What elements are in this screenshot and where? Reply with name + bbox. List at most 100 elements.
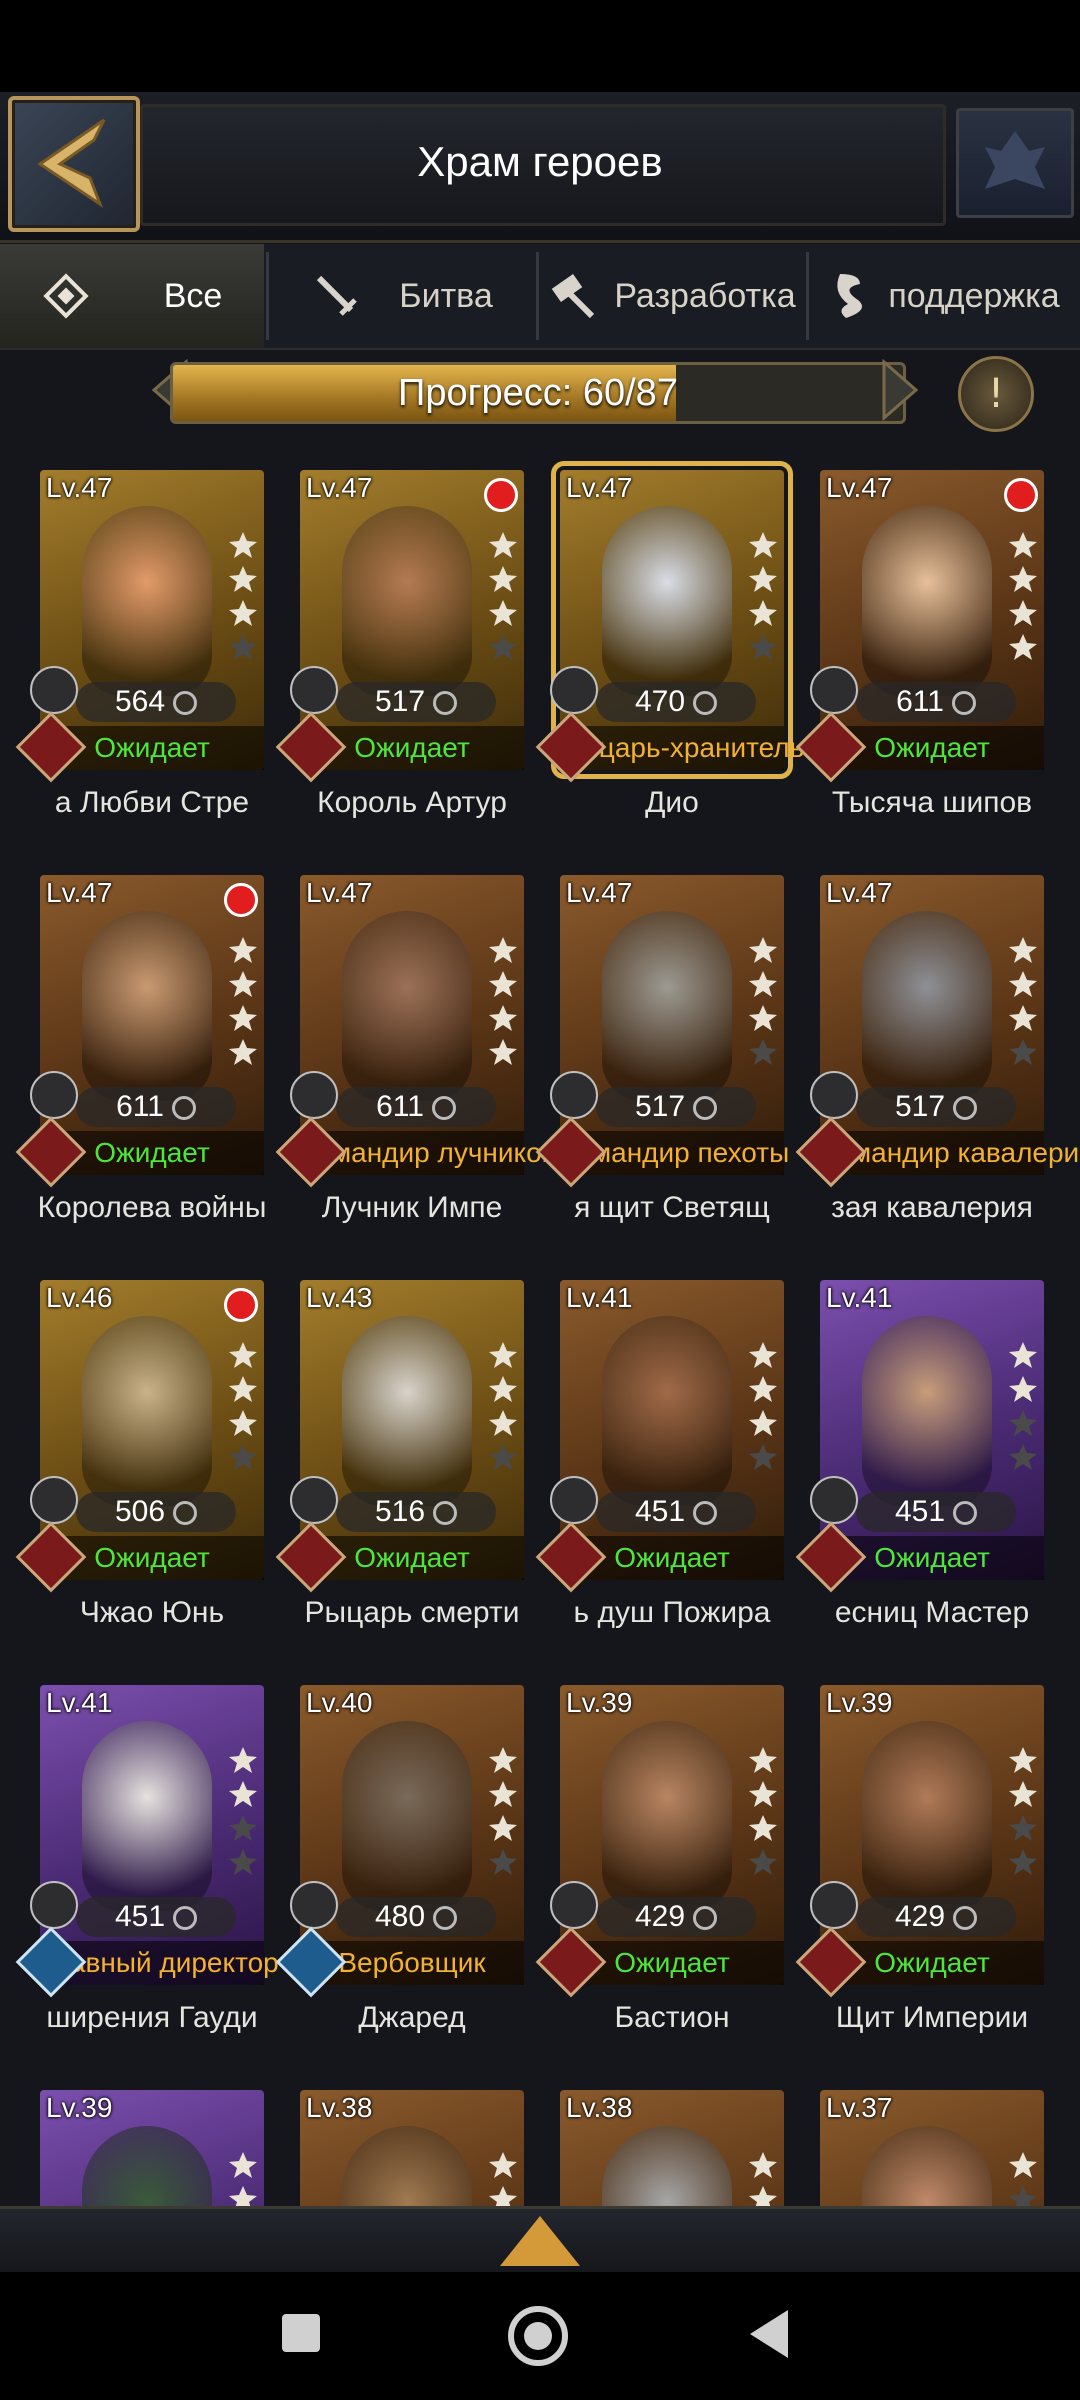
gear-icon: [953, 1501, 978, 1526]
hero-power: 451: [856, 1492, 1016, 1532]
star-filled-icon: [1009, 1376, 1037, 1402]
faction-emblem-icon: [30, 1881, 78, 1929]
hero-card[interactable]: Lv.41 451 Ожидает ь душ Пожира: [535, 1280, 784, 1629]
hero-card[interactable]: Lv.47 564 Ожидает а Любви Стре: [15, 470, 264, 819]
star-filled-icon: [229, 600, 257, 626]
notification-dot: [484, 478, 518, 512]
hero-power: 506: [76, 1492, 236, 1532]
tab-all[interactable]: Все: [0, 244, 264, 348]
hero-card[interactable]: Lv.47 470 Рыцарь-хранитель Дио: [535, 461, 804, 819]
hero-card[interactable]: Lv.47 611 Командир лучников Лучник Импе: [275, 875, 557, 1224]
hero-card[interactable]: Lv.46 506 Ожидает Чжао Юнь: [15, 1280, 264, 1629]
star-filled-icon: [489, 1815, 517, 1841]
star-filled-icon: [229, 1781, 257, 1807]
star-filled-icon: [1009, 1781, 1037, 1807]
star-empty-icon: [489, 1444, 517, 1470]
hero-power-value: 517: [894, 1090, 946, 1123]
hero-card[interactable]: Lv.39 429 Ожидает Бастион: [535, 1685, 784, 2034]
star-filled-icon: [749, 1376, 777, 1402]
back-button[interactable]: [8, 96, 140, 232]
star-empty-icon: [229, 634, 257, 660]
home-icon[interactable]: [508, 2306, 568, 2366]
hero-power-value: 451: [114, 1900, 166, 1933]
hero-level: Lv.39: [826, 1687, 893, 1718]
hero-power: 470: [596, 682, 756, 722]
progress-label: Прогресс: 60/87: [398, 372, 678, 414]
recent-apps-icon[interactable]: [282, 2314, 320, 2352]
hero-card[interactable]: Lv.39 429 Ожидает Щит Империи: [795, 1685, 1044, 2034]
tab-development-label: Разработка: [614, 276, 796, 315]
star-empty-icon: [749, 634, 777, 660]
hero-face: [342, 1721, 472, 1911]
star-filled-icon: [749, 1781, 777, 1807]
gear-icon: [951, 691, 976, 716]
hero-name: зая кавалерия: [831, 1191, 1033, 1224]
hero-name: Королева войны: [37, 1191, 267, 1224]
hero-name: Дио: [645, 786, 699, 819]
star-filled-icon: [489, 937, 517, 963]
gear-icon: [433, 1501, 458, 1526]
faction-emblem-icon: [810, 1476, 858, 1524]
star-filled-icon: [229, 1376, 257, 1402]
emblem-button[interactable]: [956, 108, 1074, 218]
star-rating: [488, 2150, 518, 2206]
notification-dot: [224, 883, 258, 917]
hero-face: [862, 506, 992, 696]
hero-power-value: 470: [634, 685, 686, 718]
tab-battle[interactable]: Битва: [270, 244, 534, 348]
hero-card[interactable]: Lv.40 480 Вербовщик Джаред: [275, 1685, 524, 2034]
crest-icon: [985, 131, 1045, 189]
hero-face: [82, 2126, 212, 2206]
gear-icon: [693, 1501, 718, 1526]
star-filled-icon: [1009, 1747, 1037, 1773]
star-filled-icon: [749, 1747, 777, 1773]
hero-face: [342, 506, 472, 696]
hero-card[interactable]: Lv.39: [40, 2090, 264, 2206]
star-filled-icon: [229, 937, 257, 963]
gear-icon: [433, 1906, 458, 1931]
hero-card[interactable]: Lv.47 517 Ожидает Король Артур: [275, 470, 524, 819]
gear-icon: [171, 1096, 196, 1121]
hero-power-value: 564: [114, 685, 166, 718]
hero-face: [82, 1721, 212, 1911]
hero-power: 564: [76, 682, 236, 722]
star-filled-icon: [749, 971, 777, 997]
star-filled-icon: [749, 532, 777, 558]
star-filled-icon: [749, 600, 777, 626]
tab-support[interactable]: поддержка: [810, 244, 1080, 348]
hero-power: 480: [336, 1897, 496, 1937]
star-rating: [748, 1745, 778, 1881]
hero-card[interactable]: Lv.47 517 Командир кавалерии зая кавалерия: [795, 875, 1080, 1224]
tab-development[interactable]: Разработка: [540, 244, 804, 348]
hero-face: [862, 2126, 992, 2206]
hero-power: 516: [336, 1492, 496, 1532]
faction-emblem-icon: [810, 666, 858, 714]
hero-card[interactable]: Lv.38: [300, 2090, 524, 2206]
hero-name: ь душ Пожира: [573, 1596, 771, 1629]
hero-card[interactable]: Lv.47 517 Командир пехоты я щит Светящ: [535, 875, 789, 1224]
hero-card[interactable]: Lv.41 451 Ожидает есниц Мастер: [795, 1280, 1044, 1629]
star-filled-icon: [1009, 532, 1037, 558]
hero-face: [602, 506, 732, 696]
star-empty-icon: [1009, 1039, 1037, 1065]
star-filled-icon: [489, 1376, 517, 1402]
hero-power-value: 517: [634, 1090, 686, 1123]
hero-card[interactable]: Lv.37: [820, 2090, 1044, 2206]
hero-face: [602, 1721, 732, 1911]
hero-level: Lv.47: [566, 472, 633, 503]
star-rating: [748, 1340, 778, 1476]
back-nav-icon[interactable]: [748, 2308, 790, 2360]
gear-icon: [953, 1096, 978, 1121]
star-filled-icon: [1009, 937, 1037, 963]
hero-card[interactable]: Lv.38: [560, 2090, 784, 2206]
hero-card[interactable]: Lv.43 516 Ожидает Рыцарь смерти: [275, 1280, 524, 1629]
expand-up-icon[interactable]: [500, 2216, 580, 2266]
hero-power: 429: [596, 1897, 756, 1937]
star-empty-icon: [229, 1849, 257, 1875]
hero-card[interactable]: Lv.41 451 Главный директор по развитию шире…: [15, 1685, 449, 2034]
hero-card[interactable]: Lv.47 611 Ожидает Королева войны: [15, 875, 266, 1224]
hero-card[interactable]: Lv.47 611 Ожидает Тысяча шипов: [795, 470, 1044, 819]
faction-emblem-icon: [810, 1881, 858, 1929]
help-button[interactable]: !: [958, 356, 1034, 432]
star-empty-icon: [749, 1849, 777, 1875]
